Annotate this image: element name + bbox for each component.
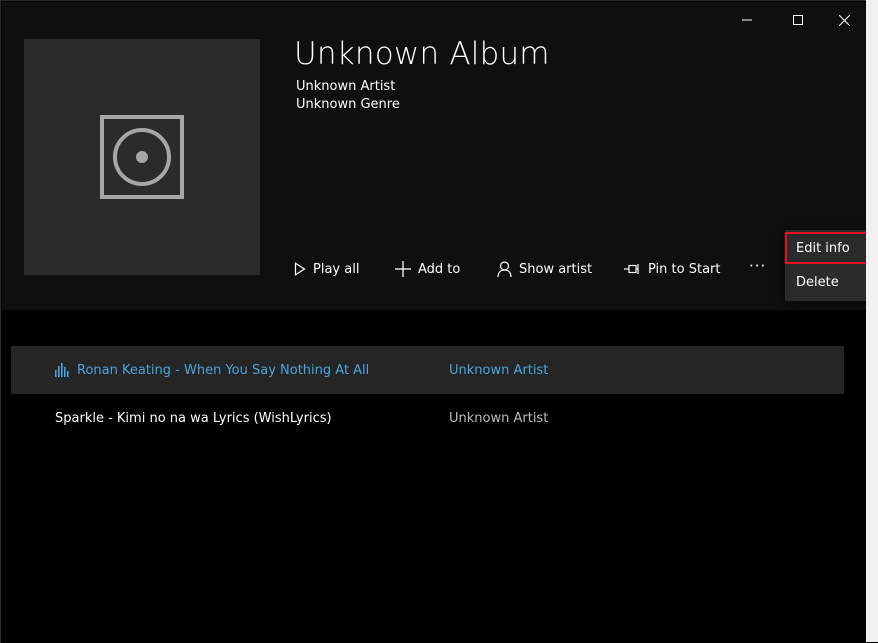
minimize-button[interactable] xyxy=(724,4,770,36)
more-options-button[interactable]: ··· xyxy=(749,255,766,277)
add-to-button[interactable]: Add to xyxy=(395,258,460,280)
track-row[interactable]: Sparkle - Kimi no na wa Lyrics (WishLyri… xyxy=(11,394,844,442)
show-artist-label: Show artist xyxy=(519,261,593,277)
maximize-icon xyxy=(793,15,803,25)
edit-info-menu-item[interactable]: Edit info xyxy=(785,232,878,264)
window-edge xyxy=(866,0,878,642)
track-artist[interactable]: Unknown Artist xyxy=(449,411,548,426)
album-header: Unknown Album Unknown Artist Unknown Gen… xyxy=(2,2,866,310)
play-all-button[interactable]: Play all xyxy=(294,258,359,280)
speaker-placeholder-icon xyxy=(100,115,184,199)
pin-icon xyxy=(624,264,639,274)
person-icon xyxy=(497,261,512,277)
album-art xyxy=(24,39,260,275)
more-icon: ··· xyxy=(749,257,767,275)
minimize-icon xyxy=(742,19,752,21)
track-title: Ronan Keating - When You Say Nothing At … xyxy=(77,362,370,378)
album-artist[interactable]: Unknown Artist xyxy=(296,79,395,94)
now-playing-icon xyxy=(55,363,69,377)
album-title: Unknown Album xyxy=(294,36,550,72)
app-window: Unknown Album Unknown Artist Unknown Gen… xyxy=(0,0,878,643)
context-menu: Edit info Delete xyxy=(785,230,878,301)
delete-menu-item[interactable]: Delete xyxy=(785,266,878,298)
close-button[interactable] xyxy=(821,4,867,36)
play-all-label: Play all xyxy=(313,261,360,277)
plus-icon xyxy=(395,261,411,277)
add-to-label: Add to xyxy=(418,261,461,277)
close-icon xyxy=(838,14,850,26)
album-genre: Unknown Genre xyxy=(296,97,400,112)
maximize-button[interactable] xyxy=(775,4,821,36)
track-title: Sparkle - Kimi no na wa Lyrics (WishLyri… xyxy=(55,410,332,426)
track-artist[interactable]: Unknown Artist xyxy=(449,363,548,378)
show-artist-button[interactable]: Show artist xyxy=(497,258,592,280)
pin-to-start-label: Pin to Start xyxy=(648,261,721,277)
pin-to-start-button[interactable]: Pin to Start xyxy=(624,258,720,280)
track-row[interactable]: Ronan Keating - When You Say Nothing At … xyxy=(11,346,844,394)
play-icon xyxy=(294,262,306,276)
